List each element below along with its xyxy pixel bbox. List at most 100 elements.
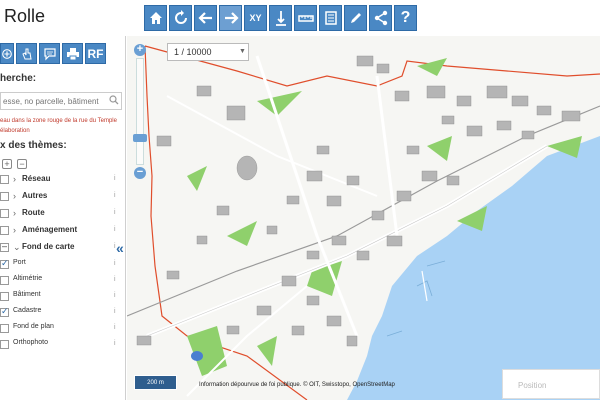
layer-checkbox[interactable] xyxy=(0,324,9,333)
park-area xyxy=(257,336,277,366)
park-area xyxy=(187,166,207,191)
measure-button[interactable] xyxy=(294,5,317,31)
info-icon[interactable]: i xyxy=(114,209,116,216)
zoom-in-button[interactable]: + xyxy=(134,44,146,56)
layer-label: Orthophoto xyxy=(13,339,49,346)
chevron-right-icon[interactable]: › xyxy=(13,225,16,235)
map-canvas[interactable] xyxy=(127,36,600,400)
info-icon[interactable]: i xyxy=(114,260,116,267)
layer-checkbox[interactable] xyxy=(0,340,9,349)
layer-checkbox[interactable] xyxy=(0,241,9,252)
info-icon[interactable]: i xyxy=(114,340,116,347)
forward-button[interactable] xyxy=(219,5,242,31)
arrow-left-icon xyxy=(197,12,212,24)
arrow-right-icon xyxy=(224,12,239,24)
refresh-button[interactable] xyxy=(169,5,192,31)
search-title: herche: xyxy=(0,73,37,84)
touch-button[interactable] xyxy=(16,43,37,64)
info-icon[interactable]: i xyxy=(114,175,116,182)
layer-group-autres[interactable]: › Autres i xyxy=(0,190,122,204)
coordinates-button[interactable]: XY xyxy=(244,5,267,31)
layer-item-batiment[interactable]: Bâtiment i xyxy=(0,290,122,304)
layer-checkbox[interactable] xyxy=(0,258,9,269)
elevation-button[interactable] xyxy=(269,5,292,31)
roundabout xyxy=(236,155,258,181)
layer-checkbox[interactable] xyxy=(0,175,9,184)
layer-group-reseau[interactable]: › Réseau i xyxy=(0,173,122,187)
collapse-all-icon[interactable]: − xyxy=(17,159,27,169)
scale-bar: 200 m xyxy=(134,375,177,390)
info-icon[interactable]: i xyxy=(114,324,116,331)
layer-checkbox[interactable] xyxy=(0,226,9,235)
themes-title: x des thèmes: xyxy=(0,140,67,151)
layer-checkbox[interactable] xyxy=(0,276,9,285)
layer-checkbox[interactable] xyxy=(0,192,9,201)
sidebar-tools: RF xyxy=(0,43,106,64)
layer-group-route[interactable]: › Route i xyxy=(0,207,122,221)
chevron-right-icon[interactable]: › xyxy=(13,191,16,201)
layer-group-amenagement[interactable]: › Aménagement i xyxy=(0,224,122,238)
layer-item-fond-de-plan[interactable]: Fond de plan i xyxy=(0,322,122,336)
draw-button[interactable] xyxy=(344,5,367,31)
rf-button[interactable]: RF xyxy=(85,43,106,64)
park-area xyxy=(417,58,447,76)
pond xyxy=(191,351,203,361)
layer-label: Route xyxy=(22,208,45,217)
position-field[interactable]: Position xyxy=(502,369,600,399)
layer-label: Altimétrie xyxy=(13,275,43,282)
layer-label: Bâtiment xyxy=(13,291,41,298)
expand-all-icon[interactable]: + xyxy=(2,159,12,169)
chevron-down-icon[interactable]: ⌄ xyxy=(13,242,21,253)
print-button[interactable] xyxy=(319,5,342,31)
print-sidebar-button[interactable] xyxy=(62,43,83,64)
notice-line-1[interactable]: eau dans la zone rouge de la rue du Temp… xyxy=(0,118,117,124)
map-view[interactable]: + − 1 / 10000 ▼ 200 m Information dépour… xyxy=(127,36,600,400)
zoom-slider-handle[interactable] xyxy=(133,134,147,142)
layer-item-altimetrie[interactable]: Altimétrie i xyxy=(0,274,122,288)
info-icon[interactable]: i xyxy=(114,226,116,233)
layer-item-orthophoto[interactable]: Orthophoto i xyxy=(0,338,122,352)
comment-button[interactable] xyxy=(39,43,60,64)
scale-select[interactable]: 1 / 10000 xyxy=(167,43,249,61)
chevron-right-icon[interactable]: › xyxy=(13,208,16,218)
layer-label: Fond de carte xyxy=(22,242,75,251)
share-button[interactable] xyxy=(369,5,392,31)
chevron-right-icon[interactable]: › xyxy=(13,174,16,184)
park-area xyxy=(257,91,302,116)
layer-label: Cadastre xyxy=(13,307,42,314)
document-icon xyxy=(324,11,337,25)
map-attribution: Information dépourvue de foi publique. ©… xyxy=(199,382,395,388)
park-area xyxy=(227,221,257,246)
layer-label: Autres xyxy=(22,191,48,200)
road xyxy=(255,55,359,337)
info-icon[interactable]: i xyxy=(114,276,116,283)
layer-label: Port xyxy=(13,259,26,266)
chevron-down-icon[interactable]: ▼ xyxy=(239,48,246,55)
layer-item-port[interactable]: Port i xyxy=(0,258,122,272)
layer-checkbox[interactable] xyxy=(0,209,9,218)
layer-item-cadastre[interactable]: Cadastre i xyxy=(0,306,122,320)
sidebar: RF herche: eau dans la zone rouge de la … xyxy=(0,36,126,400)
park-area xyxy=(427,136,452,161)
info-icon[interactable]: i xyxy=(114,308,116,315)
back-button[interactable] xyxy=(194,5,217,31)
comment-icon xyxy=(43,47,56,60)
layer-checkbox[interactable] xyxy=(0,292,9,301)
hand-icon xyxy=(21,48,32,59)
zoom-slider[interactable] xyxy=(136,58,144,165)
layer-group-fond-de-carte[interactable]: ⌄ Fond de carte i xyxy=(0,241,122,255)
info-icon[interactable]: i xyxy=(114,192,116,199)
layer-label: Aménagement xyxy=(22,225,78,234)
park-area xyxy=(187,326,227,376)
search-input[interactable] xyxy=(0,92,122,110)
add-layer-button[interactable] xyxy=(0,43,14,64)
layer-checkbox[interactable] xyxy=(0,306,9,317)
help-button[interactable]: ? xyxy=(394,5,417,31)
home-button[interactable] xyxy=(144,5,167,31)
notice-line-2[interactable]: élaboration xyxy=(0,128,30,134)
layer-label: Fond de plan xyxy=(13,323,54,330)
collapse-sidebar-icon[interactable]: « xyxy=(116,240,124,256)
zoom-out-button[interactable]: − xyxy=(134,167,146,179)
help-icon: ? xyxy=(400,9,411,26)
info-icon[interactable]: i xyxy=(114,292,116,299)
